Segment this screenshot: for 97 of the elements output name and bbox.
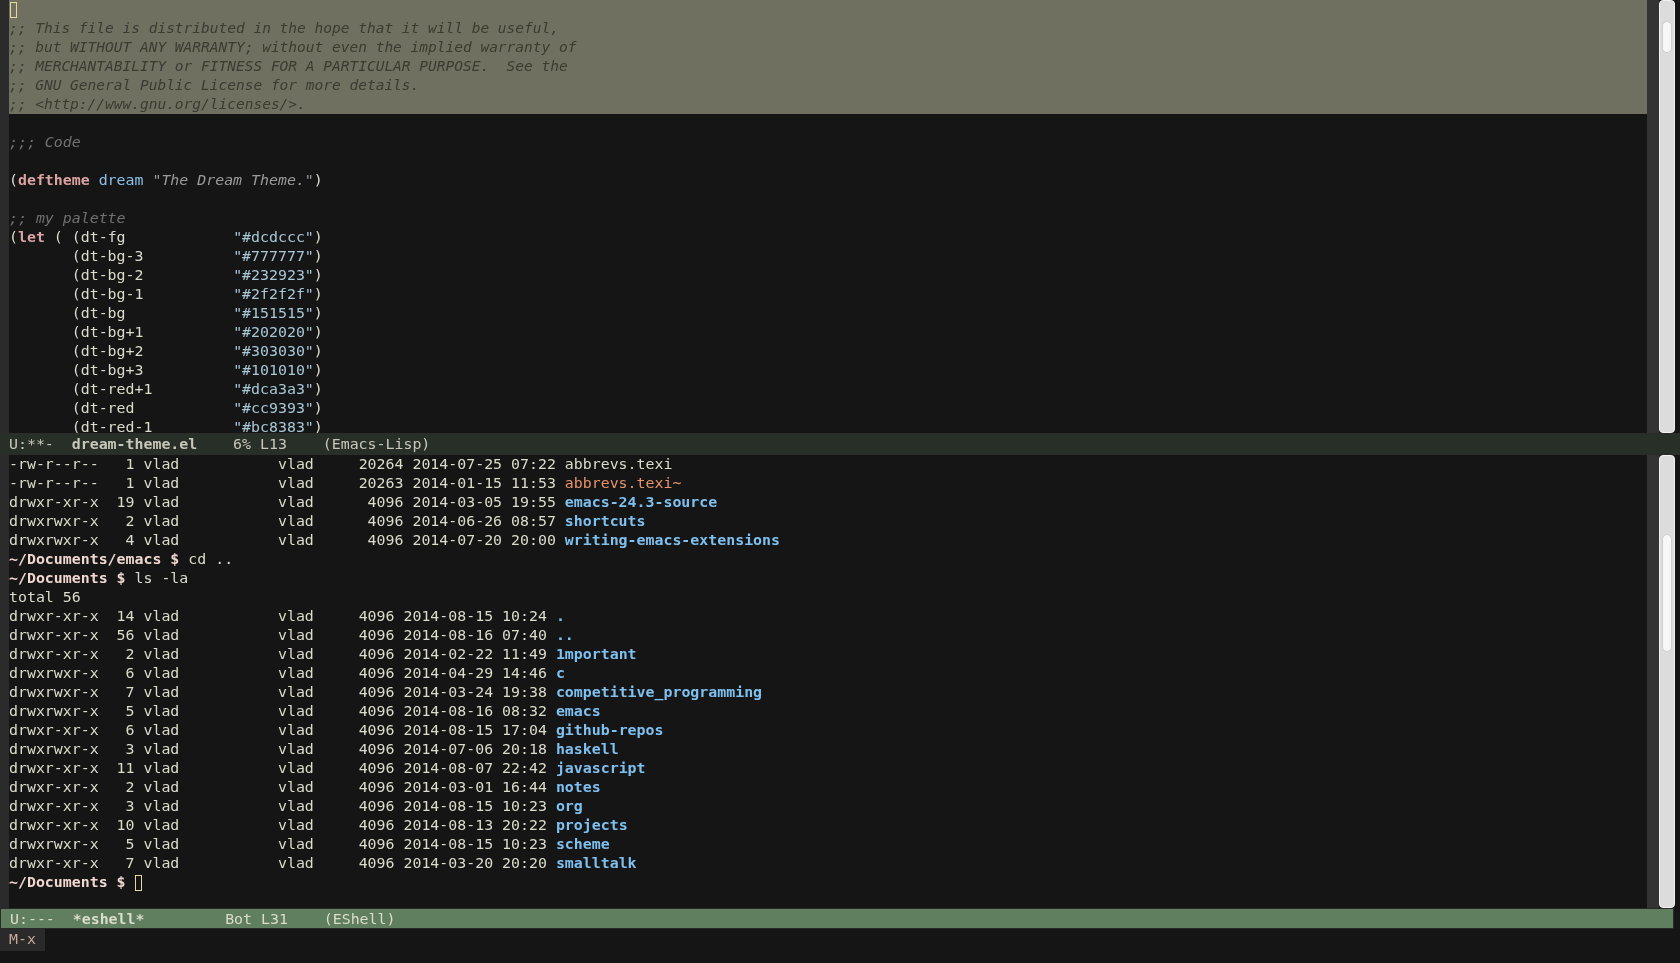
listing-info: drwxrwxr-x 4 vlad vlad 4096 2014-07-20 20:00: [9, 530, 557, 549]
code-text: ): [313, 228, 323, 246]
code-text: (dt-bg+2: [70, 342, 145, 360]
string-literal: "#202020": [233, 323, 314, 341]
code-text: ): [313, 380, 323, 398]
listing-info: drwxrwxr-x 6 vlad vlad 4096 2014-04-29 14:46: [9, 663, 548, 682]
directory-name: haskell: [555, 739, 619, 758]
code-text: (dt-bg-3: [70, 247, 145, 265]
listing-info: drwxrwxr-x 5 vlad vlad 4096 2014-08-16 08:32: [9, 701, 548, 720]
code-text: ): [313, 323, 323, 341]
string-literal: "#dca3a3": [233, 380, 314, 398]
scrollbar[interactable]: [1659, 454, 1675, 909]
theme-name: dream: [98, 171, 144, 189]
minibuffer-prompt: M-x: [0, 929, 45, 952]
listing-info: drwxr-xr-x 3 vlad vlad 4096 2014-08-15 10:23: [9, 796, 548, 815]
file-name: abbrevs.texi~: [564, 473, 682, 492]
directory-name: c: [555, 663, 565, 682]
code-text: ): [313, 171, 323, 189]
string-literal: "#dcdccc": [233, 228, 314, 246]
directory-name: github-repos: [555, 720, 664, 739]
directory-name: competitive_programming: [555, 682, 763, 701]
listing-info: drwxr-xr-x 19 vlad vlad 4096 2014-03-05 19:55: [9, 492, 557, 511]
scroll-position: Bot: [224, 909, 253, 928]
string-literal: "#2f2f2f": [233, 285, 314, 303]
code-keyword: deftheme: [17, 171, 90, 189]
scrollbar[interactable]: [1659, 0, 1675, 433]
listing-info: drwxr-xr-x 2 vlad vlad 4096 2014-02-22 11:49: [9, 644, 548, 663]
docstring: "The Dream Theme.": [152, 171, 314, 189]
code-text: ): [313, 285, 323, 303]
code-text: ): [313, 361, 323, 379]
listing-info: drwxrwxr-x 3 vlad vlad 4096 2014-07-06 20:18: [9, 739, 548, 758]
string-literal: "#232923": [233, 266, 314, 284]
listing-info: drwxr-xr-x 14 vlad vlad 4096 2014-08-15 10:24: [9, 606, 548, 625]
shell-prompt: ~/Documents $: [9, 872, 126, 891]
line-number: L31: [261, 909, 289, 928]
code-text: (dt-red+1: [70, 380, 154, 398]
code-text: (dt-red: [70, 399, 136, 417]
code-text: ): [313, 247, 323, 265]
code-text: (: [9, 171, 18, 189]
code-text: (dt-bg-1: [70, 285, 145, 303]
listing-info: drwxrwxr-x 7 vlad vlad 4096 2014-03-24 19:38: [9, 682, 548, 701]
code-comment: ;; my palette: [9, 209, 126, 227]
code-text: (dt-bg: [70, 304, 127, 322]
code-text: (dt-bg-2: [70, 266, 145, 284]
code-keyword: let: [17, 228, 45, 246]
command-output: total 56: [9, 587, 81, 606]
listing-info: drwxr-xr-x 10 vlad vlad 4096 2014-08-13 20:22: [9, 815, 548, 834]
directory-name: smalltalk: [555, 853, 637, 872]
listing-info: -rw-r--r-- 1 vlad vlad 20263 2014-01-15 11:53: [9, 473, 557, 492]
code-text: ( (dt-fg: [52, 228, 127, 246]
directory-name: projects: [555, 815, 628, 834]
code-text: ): [313, 342, 323, 360]
buffer-state: U:---: [10, 909, 56, 928]
directory-name: writing-emacs-extensions: [564, 530, 780, 549]
listing-info: drwxr-xr-x 6 vlad vlad 4096 2014-08-15 17:04: [9, 720, 548, 739]
shell-prompt: ~/Documents/emacs $: [9, 549, 180, 568]
shell-command: ls -la: [134, 568, 189, 587]
buffer-name: dream-theme.el: [71, 434, 199, 453]
listing-info: drwxr-xr-x 7 vlad vlad 4096 2014-03-20 20:20: [9, 853, 548, 872]
listing-info: drwxr-xr-x 56 vlad vlad 4096 2014-08-16 07:40: [9, 625, 548, 644]
buffer-name: *eshell*: [72, 909, 146, 928]
directory-name: .: [555, 606, 565, 625]
string-literal: "#777777": [233, 247, 314, 265]
code-text: (dt-bg+3: [70, 361, 145, 379]
code-text: (dt-bg+1: [70, 323, 145, 341]
code-text: ): [313, 266, 323, 284]
code-text: ): [313, 399, 323, 417]
listing-info: -rw-r--r-- 1 vlad vlad 20264 2014-07-25 07:22: [9, 454, 557, 473]
listing-info: drwxr-xr-x 2 vlad vlad 4096 2014-03-01 16:44: [9, 777, 548, 796]
line-number: L13: [260, 434, 288, 453]
file-name: abbrevs.texi: [564, 454, 673, 473]
shell-prompt: ~/Documents $: [9, 568, 126, 587]
major-mode: (EShell): [323, 909, 396, 928]
directory-name: ..: [555, 625, 574, 644]
code-comment: ;;; Code: [9, 133, 81, 151]
buffer-state: U:**-: [9, 434, 55, 453]
string-literal: "#151515": [233, 304, 314, 322]
code-text: ): [313, 304, 323, 322]
string-literal: "#101010": [233, 361, 314, 379]
listing-info: drwxr-xr-x 11 vlad vlad 4096 2014-08-07 22:42: [9, 758, 548, 777]
directory-name: scheme: [555, 834, 610, 853]
shell-command: cd ..: [188, 549, 234, 568]
string-literal: "#bc8383": [233, 418, 314, 433]
directory-name: javascript: [555, 758, 646, 777]
directory-name: emacs: [555, 701, 601, 720]
string-literal: "#303030": [233, 342, 314, 360]
listing-info: drwxrwxr-x 5 vlad vlad 4096 2014-08-15 10:23: [9, 834, 548, 853]
listing-info: drwxrwxr-x 2 vlad vlad 4096 2014-06-26 08:57: [9, 511, 557, 530]
directory-name: shortcuts: [564, 511, 646, 530]
major-mode: (Emacs-Lisp): [322, 434, 431, 453]
directory-name: 1mportant: [555, 644, 637, 663]
code-text: (: [9, 228, 18, 246]
string-literal: "#cc9393": [233, 399, 314, 417]
scroll-position: 6%: [232, 434, 252, 453]
directory-name: org: [555, 796, 583, 815]
directory-name: emacs-24.3-source: [564, 492, 718, 511]
directory-name: notes: [555, 777, 601, 796]
